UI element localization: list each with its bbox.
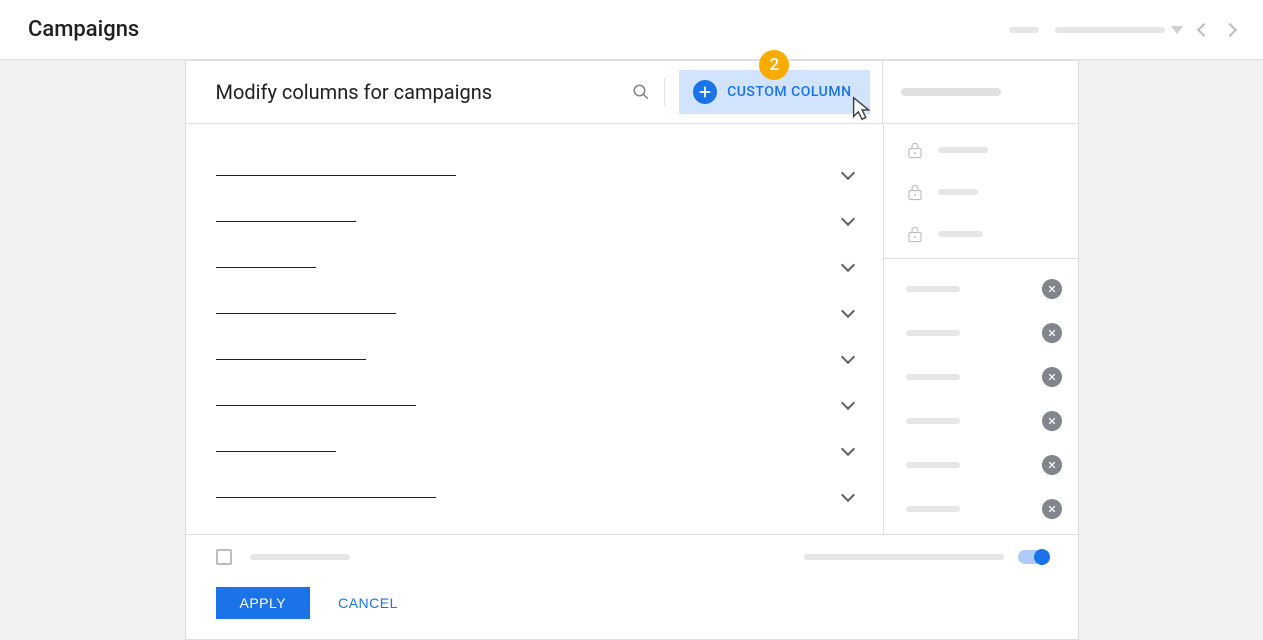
remove-column-button[interactable] bbox=[1042, 323, 1062, 343]
removable-column-item[interactable] bbox=[906, 323, 1062, 343]
account-dropdown[interactable] bbox=[1055, 26, 1183, 34]
locked-column-item bbox=[906, 182, 1058, 202]
column-label bbox=[906, 330, 960, 336]
category-label bbox=[216, 175, 456, 176]
removable-columns-block bbox=[884, 259, 1078, 529]
column-label bbox=[906, 374, 960, 380]
category-label bbox=[216, 313, 396, 314]
custom-column-label: CUSTOM COLUMN bbox=[727, 84, 851, 100]
cursor-icon bbox=[848, 94, 878, 124]
category-label bbox=[216, 497, 436, 498]
category-row[interactable] bbox=[216, 336, 859, 382]
category-label bbox=[216, 359, 366, 360]
page-title: Campaigns bbox=[28, 17, 139, 42]
nav-prev-button[interactable] bbox=[1197, 22, 1211, 36]
column-label bbox=[938, 147, 988, 153]
category-row[interactable] bbox=[216, 382, 859, 428]
nav-next-button[interactable] bbox=[1223, 22, 1237, 36]
top-bar: Campaigns bbox=[0, 0, 1263, 60]
modify-columns-modal: Modify columns for campaigns 2 CUSTOM CO… bbox=[185, 60, 1079, 640]
plus-icon bbox=[693, 80, 717, 104]
toggle-label bbox=[804, 554, 1004, 560]
columns-categories-list bbox=[186, 124, 883, 534]
toggle-switch[interactable] bbox=[1018, 550, 1048, 564]
step-badge: 2 bbox=[759, 50, 789, 80]
toggle-knob bbox=[1034, 549, 1050, 565]
placeholder-line bbox=[1055, 27, 1165, 33]
remove-column-button[interactable] bbox=[1042, 411, 1062, 431]
chevron-down-icon bbox=[840, 488, 854, 502]
modal-body bbox=[186, 124, 1078, 534]
placeholder-line bbox=[1009, 27, 1039, 33]
remove-column-button[interactable] bbox=[1042, 455, 1062, 475]
removable-column-item[interactable] bbox=[906, 455, 1062, 475]
column-label bbox=[938, 189, 978, 195]
top-bar-right bbox=[1009, 25, 1235, 35]
removable-column-item[interactable] bbox=[906, 499, 1062, 519]
right-panel-title bbox=[901, 88, 1001, 96]
modal-title: Modify columns for campaigns bbox=[216, 80, 633, 104]
search-area bbox=[632, 78, 665, 106]
column-label bbox=[906, 506, 960, 512]
chevron-down-icon bbox=[840, 442, 854, 456]
lock-icon bbox=[906, 182, 924, 202]
chevron-down-icon bbox=[840, 350, 854, 364]
category-label bbox=[216, 405, 416, 406]
footer-options-row bbox=[216, 549, 1048, 565]
apply-button[interactable]: APPLY bbox=[216, 587, 311, 619]
lock-icon bbox=[906, 224, 924, 244]
category-label bbox=[216, 451, 336, 452]
category-row[interactable] bbox=[216, 290, 859, 336]
save-columns-checkbox-group bbox=[216, 549, 350, 565]
category-row[interactable] bbox=[216, 244, 859, 290]
lock-icon bbox=[906, 140, 924, 160]
search-icon[interactable] bbox=[632, 83, 650, 101]
modal-header: Modify columns for campaigns 2 CUSTOM CO… bbox=[186, 61, 1078, 124]
locked-column-item bbox=[906, 224, 1058, 244]
chevron-down-icon bbox=[840, 166, 854, 180]
category-row[interactable] bbox=[216, 198, 859, 244]
removable-column-item[interactable] bbox=[906, 411, 1062, 431]
column-label bbox=[906, 462, 960, 468]
locked-columns-block bbox=[884, 124, 1078, 259]
cancel-button[interactable]: CANCEL bbox=[338, 595, 398, 611]
custom-column-button[interactable]: 2 CUSTOM COLUMN bbox=[679, 70, 869, 114]
checkbox-label bbox=[250, 554, 350, 560]
category-row[interactable] bbox=[216, 152, 859, 198]
vertical-divider bbox=[664, 78, 665, 106]
column-label bbox=[938, 231, 983, 237]
category-label bbox=[216, 221, 356, 222]
content-area: Modify columns for campaigns 2 CUSTOM CO… bbox=[0, 60, 1263, 640]
locked-column-item bbox=[906, 140, 1058, 160]
modal-header-right bbox=[883, 61, 1078, 123]
modal-footer: APPLY CANCEL bbox=[186, 534, 1078, 639]
column-label bbox=[906, 418, 960, 424]
toggle-group bbox=[804, 550, 1048, 564]
category-row[interactable] bbox=[216, 474, 859, 520]
chevron-down-icon bbox=[840, 258, 854, 272]
column-label bbox=[906, 286, 960, 292]
remove-column-button[interactable] bbox=[1042, 279, 1062, 299]
chevron-down-icon bbox=[1171, 26, 1183, 34]
category-row[interactable] bbox=[216, 428, 859, 474]
save-columns-checkbox[interactable] bbox=[216, 549, 232, 565]
footer-actions-row: APPLY CANCEL bbox=[216, 587, 1048, 619]
chevron-down-icon bbox=[840, 304, 854, 318]
removable-column-item[interactable] bbox=[906, 367, 1062, 387]
category-label bbox=[216, 267, 316, 268]
remove-column-button[interactable] bbox=[1042, 367, 1062, 387]
remove-column-button[interactable] bbox=[1042, 499, 1062, 519]
modal-header-left: Modify columns for campaigns 2 CUSTOM CO… bbox=[186, 61, 883, 123]
chevron-down-icon bbox=[840, 396, 854, 410]
removable-column-item[interactable] bbox=[906, 279, 1062, 299]
chevron-down-icon bbox=[840, 212, 854, 226]
selected-columns-panel bbox=[883, 124, 1078, 534]
